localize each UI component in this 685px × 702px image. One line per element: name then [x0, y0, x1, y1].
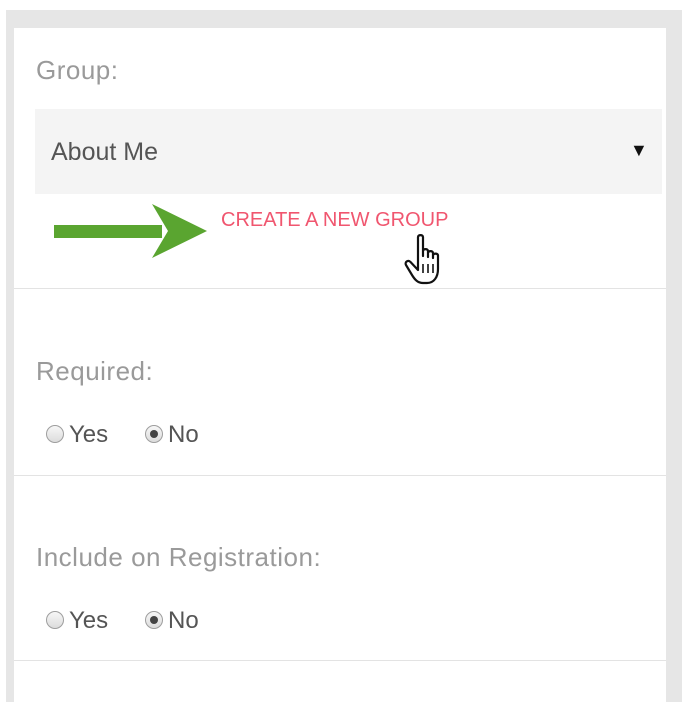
caret-down-icon: ▼	[630, 140, 648, 160]
group-select-value: About Me	[51, 138, 159, 166]
required-no-label: No	[168, 421, 199, 448]
section-divider	[14, 475, 666, 476]
registration-yes-label: Yes	[69, 607, 109, 634]
radio-checked-icon	[145, 611, 163, 629]
create-new-group-link[interactable]: CREATE A NEW GROUP	[221, 209, 448, 232]
include-on-registration-label: Include on Registration:	[36, 542, 322, 572]
green-arrow-icon	[54, 204, 207, 258]
radio-checked-icon	[145, 425, 163, 443]
registration-no-label: No	[168, 607, 199, 634]
group-label: Group:	[36, 55, 119, 85]
radio-unchecked-icon	[46, 611, 64, 629]
group-select[interactable]: About Me ▼	[35, 109, 662, 194]
required-yes-label: Yes	[69, 421, 109, 448]
hand-pointer-icon	[404, 234, 440, 285]
radio-unchecked-icon	[46, 425, 64, 443]
form-panel: Group: About Me ▼ CREATE A NEW GROUP Req…	[14, 28, 666, 702]
section-divider	[14, 660, 666, 661]
section-divider	[14, 288, 666, 289]
required-label: Required:	[36, 356, 154, 386]
